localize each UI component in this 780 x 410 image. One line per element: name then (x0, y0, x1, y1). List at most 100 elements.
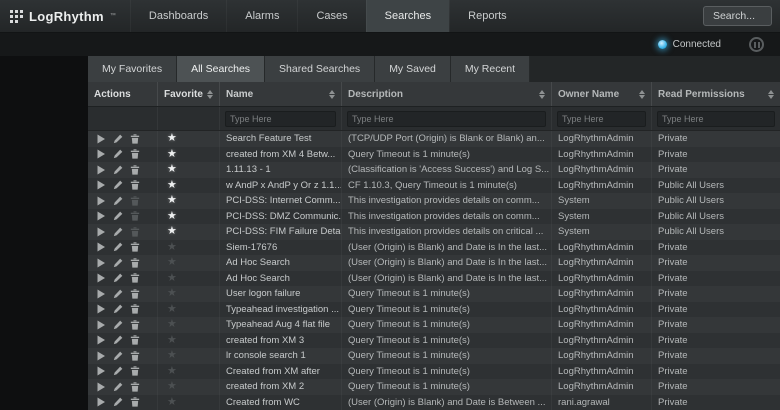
favorite-star-icon[interactable]: ★ (164, 335, 177, 346)
edit-search-icon[interactable] (113, 149, 123, 159)
run-search-icon[interactable] (96, 242, 106, 252)
sort-icon[interactable] (539, 90, 545, 99)
favorite-star-icon[interactable]: ★ (164, 133, 177, 144)
logrhythm-logo[interactable]: LogRhythm ™ (0, 0, 130, 32)
table-row[interactable]: ★ PCI-DSS: DMZ Communic... This investig… (88, 209, 780, 225)
favorite-star-icon[interactable]: ★ (164, 381, 177, 392)
favorite-star-icon[interactable]: ★ (164, 304, 177, 315)
delete-search-icon[interactable] (130, 134, 140, 144)
sort-icon[interactable] (329, 90, 335, 99)
favorite-star-icon[interactable]: ★ (164, 242, 177, 253)
column-header-read-permissions[interactable]: Read Permissions (652, 82, 780, 106)
delete-search-icon[interactable] (130, 242, 140, 252)
run-search-icon[interactable] (96, 351, 106, 361)
column-header-owner-name[interactable]: Owner Name (552, 82, 652, 106)
table-row[interactable]: ★ PCI-DSS: Internet Comm... This investi… (88, 193, 780, 209)
run-search-icon[interactable] (96, 273, 106, 283)
edit-search-icon[interactable] (113, 289, 123, 299)
run-search-icon[interactable] (96, 320, 106, 330)
tab-all-searches[interactable]: All Searches (177, 56, 265, 82)
nav-item-alarms[interactable]: Alarms (226, 0, 297, 32)
run-search-icon[interactable] (96, 382, 106, 392)
edit-search-icon[interactable] (113, 242, 123, 252)
favorite-star-icon[interactable]: ★ (164, 257, 177, 268)
delete-search-icon[interactable] (130, 397, 140, 407)
favorite-star-icon[interactable]: ★ (164, 149, 177, 160)
edit-search-icon[interactable] (113, 134, 123, 144)
edit-search-icon[interactable] (113, 351, 123, 361)
name-filter-input[interactable] (225, 111, 336, 127)
edit-search-icon[interactable] (113, 382, 123, 392)
delete-search-icon[interactable] (130, 320, 140, 330)
table-row[interactable]: ★ Ad Hoc Search (User (Origin) is Blank)… (88, 255, 780, 271)
delete-search-icon[interactable] (130, 227, 140, 237)
edit-search-icon[interactable] (113, 304, 123, 314)
table-row[interactable]: ★ Typeahead Aug 4 flat file Query Timeou… (88, 317, 780, 333)
sort-icon[interactable] (768, 90, 774, 99)
run-search-icon[interactable] (96, 227, 106, 237)
global-search-button[interactable]: Search... (703, 6, 772, 26)
delete-search-icon[interactable] (130, 366, 140, 376)
table-row[interactable]: ★ Ad Hoc Search (User (Origin) is Blank)… (88, 271, 780, 287)
edit-search-icon[interactable] (113, 227, 123, 237)
favorite-star-icon[interactable]: ★ (164, 350, 177, 361)
delete-search-icon[interactable] (130, 304, 140, 314)
table-row[interactable]: ★ 1.11.13 - 1 (Classification is 'Access… (88, 162, 780, 178)
column-header-name[interactable]: Name (220, 82, 342, 106)
run-search-icon[interactable] (96, 397, 106, 407)
edit-search-icon[interactable] (113, 165, 123, 175)
favorite-star-icon[interactable]: ★ (164, 288, 177, 299)
favorite-star-icon[interactable]: ★ (164, 273, 177, 284)
column-header-description[interactable]: Description (342, 82, 552, 106)
delete-search-icon[interactable] (130, 149, 140, 159)
edit-search-icon[interactable] (113, 273, 123, 283)
column-header-favorite[interactable]: Favorite (158, 82, 220, 106)
edit-search-icon[interactable] (113, 320, 123, 330)
tab-my-saved[interactable]: My Saved (375, 56, 451, 82)
run-search-icon[interactable] (96, 304, 106, 314)
run-search-icon[interactable] (96, 366, 106, 376)
nav-item-cases[interactable]: Cases (297, 0, 365, 32)
nav-item-dashboards[interactable]: Dashboards (130, 0, 226, 32)
favorite-star-icon[interactable]: ★ (164, 397, 177, 408)
run-search-icon[interactable] (96, 335, 106, 345)
edit-search-icon[interactable] (113, 335, 123, 345)
delete-search-icon[interactable] (130, 180, 140, 190)
sort-icon[interactable] (639, 90, 645, 99)
favorite-star-icon[interactable]: ★ (164, 164, 177, 175)
table-row[interactable]: ★ User logon failure Query Timeout is 1 … (88, 286, 780, 302)
run-search-icon[interactable] (96, 149, 106, 159)
table-row[interactable]: ★ lr console search 1 Query Timeout is 1… (88, 348, 780, 364)
permissions-filter-input[interactable] (657, 111, 775, 127)
pause-icon[interactable] (749, 37, 764, 52)
favorite-star-icon[interactable]: ★ (164, 180, 177, 191)
tab-my-recent[interactable]: My Recent (451, 56, 530, 82)
table-row[interactable]: ★ PCI-DSS: FIM Failure Detail This inves… (88, 224, 780, 240)
favorite-star-icon[interactable]: ★ (164, 226, 177, 237)
nav-item-searches[interactable]: Searches (366, 0, 449, 32)
run-search-icon[interactable] (96, 196, 106, 206)
nav-item-reports[interactable]: Reports (449, 0, 525, 32)
edit-search-icon[interactable] (113, 366, 123, 376)
description-filter-input[interactable] (347, 111, 546, 127)
tab-my-favorites[interactable]: My Favorites (88, 56, 177, 82)
edit-search-icon[interactable] (113, 258, 123, 268)
delete-search-icon[interactable] (130, 382, 140, 392)
favorite-star-icon[interactable]: ★ (164, 366, 177, 377)
table-row[interactable]: ★ Typeahead investigation ... Query Time… (88, 302, 780, 318)
favorite-star-icon[interactable]: ★ (164, 195, 177, 206)
table-row[interactable]: ★ Siem-17676 (User (Origin) is Blank) an… (88, 240, 780, 256)
table-row[interactable]: ★ w AndP x AndP y Or z 1.1... CF 1.10.3,… (88, 178, 780, 194)
run-search-icon[interactable] (96, 211, 106, 221)
delete-search-icon[interactable] (130, 273, 140, 283)
table-row[interactable]: ★ created from XM 3 Query Timeout is 1 m… (88, 333, 780, 349)
edit-search-icon[interactable] (113, 211, 123, 221)
table-row[interactable]: ★ created from XM 4 Betw... Query Timeou… (88, 147, 780, 163)
sort-icon[interactable] (207, 90, 213, 99)
delete-search-icon[interactable] (130, 335, 140, 345)
run-search-icon[interactable] (96, 134, 106, 144)
edit-search-icon[interactable] (113, 180, 123, 190)
delete-search-icon[interactable] (130, 351, 140, 361)
owner-filter-input[interactable] (557, 111, 646, 127)
run-search-icon[interactable] (96, 180, 106, 190)
